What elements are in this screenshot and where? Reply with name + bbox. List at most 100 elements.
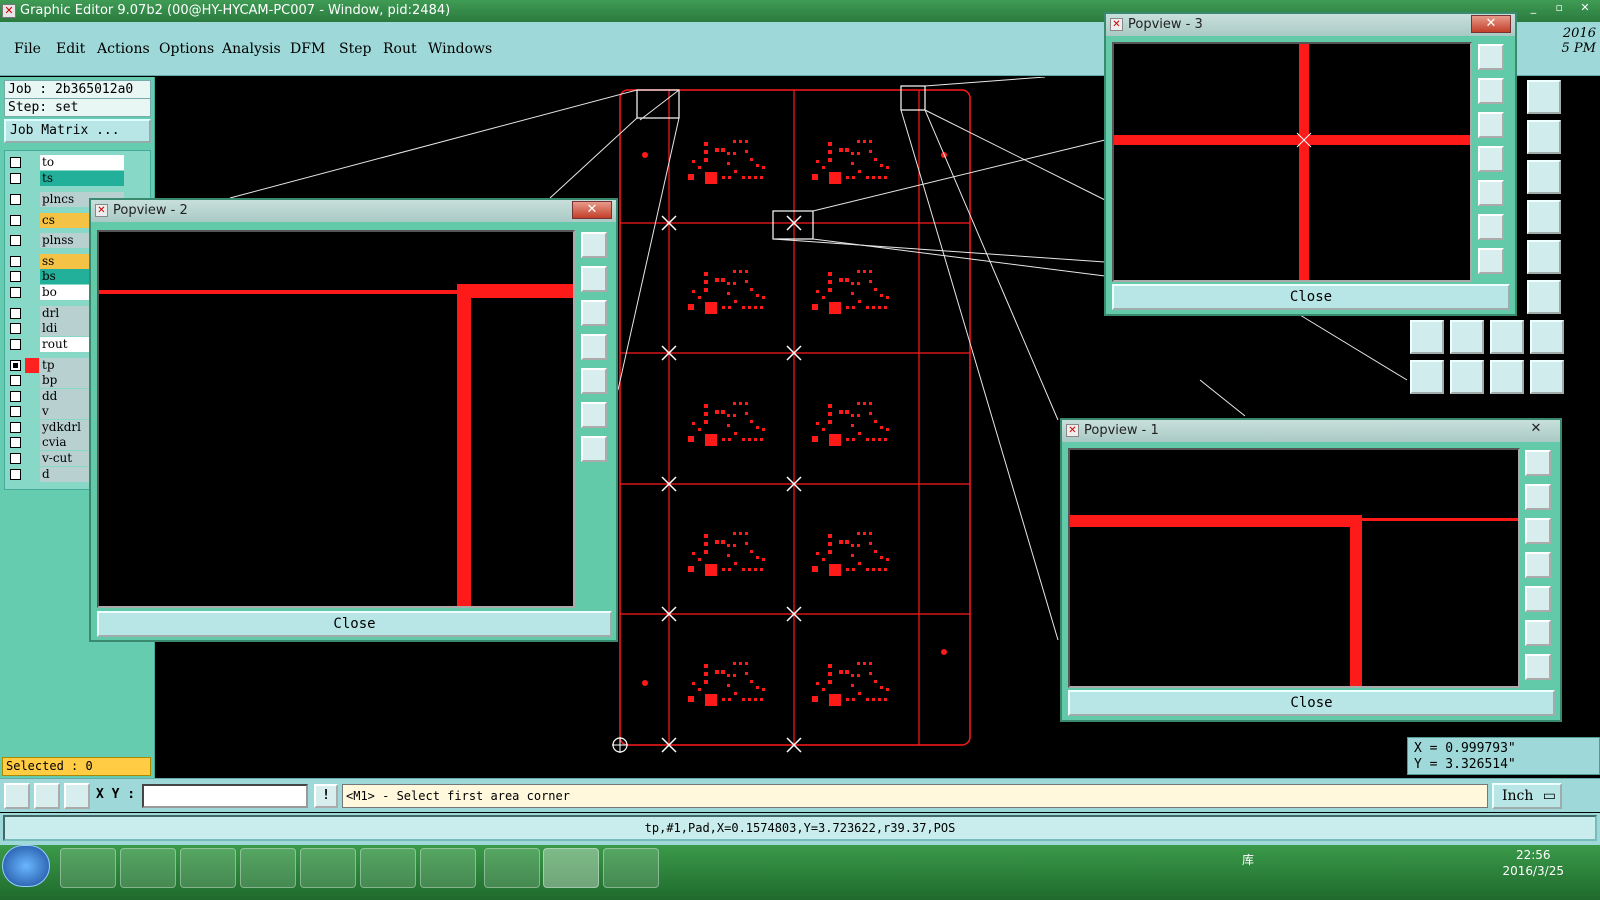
popview-2-window[interactable]: ✕ Popview - 2 ✕ Close xyxy=(89,198,618,642)
layer-checkbox[interactable] xyxy=(10,453,21,464)
job-matrix-button[interactable]: Job Matrix ... xyxy=(4,119,151,143)
zoom-fit-icon[interactable] xyxy=(1478,44,1504,70)
clock[interactable]: 22:56 2016/3/25 xyxy=(1502,847,1564,879)
menu-step[interactable]: Step xyxy=(339,41,371,57)
popview-1-view[interactable] xyxy=(1068,448,1520,688)
restore-button[interactable]: ▫ xyxy=(1548,1,1570,15)
layer-checkbox[interactable] xyxy=(10,422,21,433)
fillet-icon[interactable] xyxy=(1530,320,1564,354)
pan-up-icon[interactable] xyxy=(1478,78,1504,104)
xy-input[interactable] xyxy=(142,784,308,808)
popview-2-close-x[interactable]: ✕ xyxy=(572,201,612,219)
layer-checkbox[interactable] xyxy=(10,235,21,246)
layer-checkbox[interactable] xyxy=(10,469,21,480)
layer-checkbox[interactable] xyxy=(10,157,21,168)
library-tray[interactable]: 库 xyxy=(1242,851,1254,868)
pan-up-icon[interactable] xyxy=(1525,484,1551,510)
pan-right-icon[interactable] xyxy=(1525,586,1551,612)
layer-checkbox[interactable] xyxy=(10,215,21,226)
pan-left-icon[interactable] xyxy=(1478,146,1504,172)
grid-icon[interactable] xyxy=(64,783,90,809)
layer-checkbox[interactable] xyxy=(10,323,21,334)
zoom-fit-icon[interactable] xyxy=(581,232,607,258)
layer-checkbox[interactable] xyxy=(10,360,21,371)
unit-select[interactable]: Inch ▭ xyxy=(1492,783,1562,809)
calculator-app-icon[interactable] xyxy=(240,848,296,888)
shell-app-icon[interactable] xyxy=(300,848,356,888)
snap-grid-icon[interactable] xyxy=(4,783,30,809)
zoom-in-icon[interactable] xyxy=(581,402,607,428)
config-icon[interactable] xyxy=(1527,200,1561,234)
layer-checkbox[interactable] xyxy=(10,194,21,205)
notepad-app-icon[interactable] xyxy=(180,848,236,888)
layer-checkbox[interactable] xyxy=(10,406,21,417)
layer-checkbox[interactable] xyxy=(10,391,21,402)
menu-analysis[interactable]: Analysis xyxy=(222,41,281,57)
layout-icon[interactable] xyxy=(1527,80,1561,114)
layer-checkbox[interactable] xyxy=(10,256,21,267)
snap-angle-icon[interactable] xyxy=(34,783,60,809)
layer-checkbox[interactable] xyxy=(10,287,21,298)
layer-checkbox[interactable] xyxy=(10,437,21,448)
menu-options[interactable]: Options xyxy=(159,41,214,57)
info-button[interactable]: ! xyxy=(314,784,338,808)
minimize-button[interactable]: _ xyxy=(1522,1,1544,15)
pan-left-icon[interactable] xyxy=(581,334,607,360)
browser-app-icon[interactable] xyxy=(420,848,476,888)
zoom-in-icon[interactable] xyxy=(1525,620,1551,646)
popview-2-close-button[interactable]: Close xyxy=(97,611,612,637)
add-pad-icon[interactable] xyxy=(1410,360,1444,394)
popview-1-close-button[interactable]: Close xyxy=(1068,690,1555,716)
layer-checkbox[interactable] xyxy=(10,308,21,319)
horizontal-line-icon[interactable] xyxy=(1450,360,1484,394)
popview-3-titlebar[interactable]: ✕ Popview - 3 ✕ xyxy=(1106,14,1515,36)
save-app-icon[interactable] xyxy=(60,848,116,888)
copy-icon[interactable] xyxy=(1530,360,1564,394)
pan-down-icon[interactable] xyxy=(581,300,607,326)
popview-2-view[interactable] xyxy=(97,230,575,608)
popview-1-close-x[interactable]: ✕ xyxy=(1516,421,1556,439)
zoom-out-icon[interactable] xyxy=(581,436,607,462)
pan-down-icon[interactable] xyxy=(1525,518,1551,544)
help-icon[interactable] xyxy=(1527,160,1561,194)
pan-up-icon[interactable] xyxy=(581,266,607,292)
menu-edit[interactable]: Edit xyxy=(56,41,85,57)
pad-icon[interactable] xyxy=(1527,240,1561,274)
document-app-icon[interactable] xyxy=(360,848,416,888)
menu-file[interactable]: File xyxy=(14,41,41,57)
popview-3-window[interactable]: ✕ Popview - 3 ✕ Close xyxy=(1104,12,1517,316)
snap-icon[interactable] xyxy=(1527,120,1561,154)
menu-windows[interactable]: Windows xyxy=(428,41,492,57)
zoom-out-icon[interactable] xyxy=(1525,654,1551,680)
zoom-out-icon[interactable] xyxy=(1478,248,1504,274)
layer-row-ts[interactable]: ts xyxy=(5,171,152,186)
pan-right-icon[interactable] xyxy=(581,368,607,394)
graphic-editor-app-icon[interactable] xyxy=(543,848,599,888)
zoom-in-icon[interactable] xyxy=(1478,214,1504,240)
add-line-icon[interactable] xyxy=(1410,320,1444,354)
start-button[interactable] xyxy=(2,845,50,887)
pan-left-icon[interactable] xyxy=(1525,552,1551,578)
edit-line-icon[interactable] xyxy=(1450,320,1484,354)
arc-icon[interactable] xyxy=(1490,320,1524,354)
line-draw-icon[interactable] xyxy=(1527,280,1561,314)
popview-1-window[interactable]: ✕ Popview - 1 ✕ Close xyxy=(1060,418,1562,722)
f-app-icon[interactable] xyxy=(484,848,540,888)
app-g-icon[interactable] xyxy=(120,848,176,888)
popview-2-titlebar[interactable]: ✕ Popview - 2 ✕ xyxy=(91,200,616,222)
popview-3-close-x[interactable]: ✕ xyxy=(1471,15,1511,33)
layer-row-to[interactable]: to xyxy=(5,155,152,170)
popview-3-view[interactable] xyxy=(1112,42,1472,282)
menu-rout[interactable]: Rout xyxy=(383,41,417,57)
menu-actions[interactable]: Actions xyxy=(97,41,150,57)
layer-checkbox[interactable] xyxy=(10,271,21,282)
excel-app-icon[interactable] xyxy=(603,848,659,888)
pan-right-icon[interactable] xyxy=(1478,180,1504,206)
layer-checkbox[interactable] xyxy=(10,339,21,350)
popview-3-close-button[interactable]: Close xyxy=(1112,284,1510,310)
layer-checkbox[interactable] xyxy=(10,375,21,386)
menu-dfm[interactable]: DFM xyxy=(290,41,325,57)
zoom-fit-icon[interactable] xyxy=(1525,450,1551,476)
measure-icon[interactable] xyxy=(1490,360,1524,394)
close-window-button[interactable]: ✕ xyxy=(1574,1,1596,15)
